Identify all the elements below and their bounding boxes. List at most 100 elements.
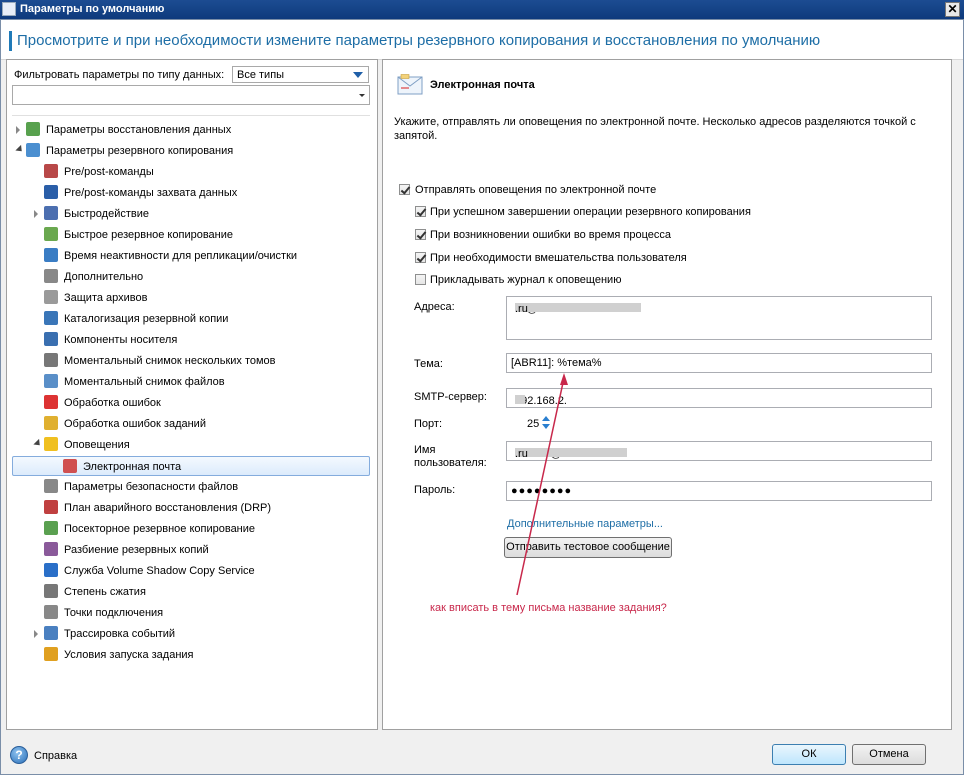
advanced-gear-icon [44,269,58,283]
drp-icon [44,500,58,514]
compression-icon [44,584,58,598]
ok-button[interactable]: ОК [772,744,846,765]
tree-item-label: Pre/post-команды [64,166,154,178]
tree-item[interactable]: Служба Volume Shadow Copy Service [10,561,370,581]
task-start-conditions-icon [44,647,58,661]
window-title: Параметры по умолчанию [20,3,165,15]
tree-item-label: План аварийного восстановления (DRP) [64,502,272,514]
small-chevron-down-icon [359,94,365,97]
event-tracing-icon [44,626,58,640]
cancel-button[interactable]: Отмена [852,744,926,765]
tree-item-label: Степень сжатия [64,586,146,598]
banner-text: Просмотрите и при необходимости измените… [17,32,821,49]
multi-volume-snapshot-icon [44,353,58,367]
tree-item-label: Параметры резервного копирования [46,145,234,157]
email-settings-panel: Электронная почта Укажите, отправлять ли… [382,59,952,730]
tree-item-label: Быстродействие [64,208,149,220]
settings-tree-panel: Фильтровать параметры по типу данных: Вс… [6,59,378,730]
restore-settings-icon [26,122,40,136]
tree-item-label: Обработка ошибок [64,397,161,409]
tree-item[interactable]: Степень сжатия [10,582,370,602]
data-capture-commands-icon [44,185,58,199]
tree-item-label: Электронная почта [83,461,182,473]
app-icon [2,2,16,16]
tree-item-label: Pre/post-команды захвата данных [64,187,238,199]
tree-item-label: Быстрое резервное копирование [64,229,233,241]
tree-item[interactable]: Обработка ошибок [10,393,370,413]
collapse-arrow-icon[interactable] [33,438,43,449]
tree-item-label: Дополнительно [64,271,144,283]
tree-item[interactable]: Защита архивов [10,288,370,308]
header-banner: Просмотрите и при необходимости измените… [1,20,963,60]
task-error-handling-icon [44,416,58,430]
tree-item-label: Параметры безопасности файлов [64,481,239,493]
tree-item[interactable]: Pre/post-команды [10,162,370,182]
tree-item-label: Посекторное резервное копирование [64,523,256,535]
file-snapshot-icon [44,374,58,388]
tree-item[interactable]: Трассировка событий [10,624,370,644]
annotation-question: как вписать в тему письма название задан… [430,602,667,614]
expand-arrow-icon[interactable] [16,126,20,134]
help-link[interactable]: Справка [34,750,77,762]
tree-item-label: Трассировка событий [64,628,176,640]
tree-item-label: Служба Volume Shadow Copy Service [64,565,255,577]
tree-item-label: Защита архивов [64,292,148,304]
tree-item[interactable]: Дополнительно [10,267,370,287]
mount-points-icon [44,605,58,619]
tree-item[interactable]: Pre/post-команды захвата данных [10,183,370,203]
tree-search-combo[interactable] [12,85,370,105]
tree-item-label: Компоненты носителя [64,334,178,346]
tree-item-label: Каталогизация резервной копии [64,313,229,325]
pre-post-commands-icon [44,164,58,178]
tree-item-label: Условия запуска задания [64,649,194,661]
tree-item[interactable]: Электронная почта [12,456,370,476]
tree-item[interactable]: Время неактивности для репликации/очистк… [10,246,370,266]
tree-item[interactable]: План аварийного восстановления (DRP) [10,498,370,518]
archive-protection-icon [44,290,58,304]
tree-item-label: Точки подключения [64,607,164,619]
tree-item[interactable]: Моментальный снимок файлов [10,372,370,392]
tree-item-label: Обработка ошибок заданий [64,418,206,430]
backup-settings-icon [26,143,40,157]
tree-item[interactable]: Условия запуска задания [10,645,370,665]
banner-accent-bar [9,31,12,51]
tree-item-label: Разбиение резервных копий [64,544,209,556]
divider [12,115,370,116]
tree-item-label: Оповещения [64,439,130,451]
performance-icon [44,206,58,220]
email-icon [63,459,77,473]
tree-item[interactable]: Каталогизация резервной копии [10,309,370,329]
sector-backup-icon [44,521,58,535]
dialog-body: Просмотрите и при необходимости измените… [0,19,964,775]
tree-item[interactable]: Разбиение резервных копий [10,540,370,560]
tree-item[interactable]: Точки подключения [10,603,370,623]
vss-icon [44,563,58,577]
tree-item[interactable]: Компоненты носителя [10,330,370,350]
expand-arrow-icon[interactable] [34,630,38,638]
tree-item[interactable]: Моментальный снимок нескольких томов [10,351,370,371]
tree-item[interactable]: Обработка ошибок заданий [10,414,370,434]
tree-item[interactable]: Параметры безопасности файлов [10,477,370,497]
expand-arrow-icon[interactable] [34,210,38,218]
tree-item[interactable]: Посекторное резервное копирование [10,519,370,539]
tree-item-label: Параметры восстановления данных [46,124,232,136]
split-backup-icon [44,542,58,556]
tree-item[interactable]: Оповещения [10,435,370,455]
notifications-icon [44,437,58,451]
tree-item[interactable]: Параметры восстановления данных [10,120,370,140]
tree-item[interactable]: Быстродействие [10,204,370,224]
tree-item[interactable]: Параметры резервного копирования [10,141,370,161]
file-security-icon [44,479,58,493]
close-button[interactable]: ✕ [945,2,960,17]
filter-label: Фильтровать параметры по типу данных: [14,69,225,81]
window-titlebar: Параметры по умолчанию ✕ [0,0,964,19]
collapse-arrow-icon[interactable] [15,144,25,155]
tree-item-label: Время неактивности для репликации/очистк… [64,250,298,262]
data-type-filter-select[interactable]: Все типы [232,66,369,83]
filter-selected-value: Все типы [237,69,285,81]
error-handling-icon [44,395,58,409]
cataloging-icon [44,311,58,325]
tree-item[interactable]: Быстрое резервное копирование [10,225,370,245]
media-components-icon [44,332,58,346]
help-icon[interactable]: ? [10,746,28,764]
